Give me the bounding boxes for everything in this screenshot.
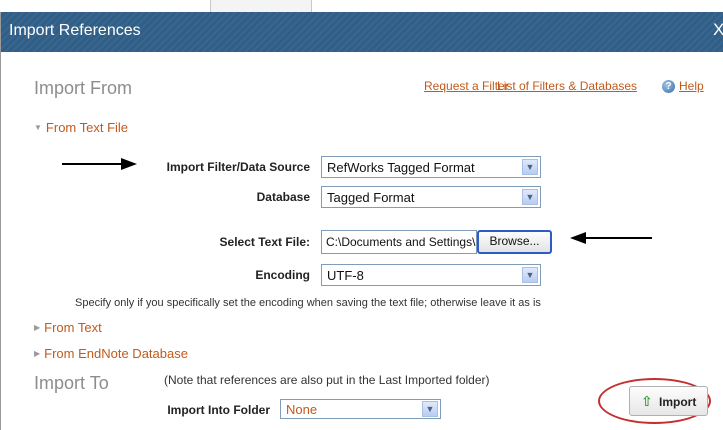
encoding-select[interactable]: UTF-8 ▼ (321, 264, 541, 286)
from-text-file-toggle[interactable]: ▼ From Text File (34, 120, 128, 135)
import-folder-value: None (286, 402, 318, 417)
import-button-label: Import (659, 395, 697, 409)
up-arrow-icon: ⇧ (641, 393, 653, 409)
import-filter-value: RefWorks Tagged Format (327, 160, 475, 175)
import-folder-select[interactable]: None ▼ (280, 399, 441, 419)
import-into-folder-label: Import Into Folder (167, 403, 270, 417)
dialog-titlebar: Import References X (1, 12, 723, 52)
import-filter-select[interactable]: RefWorks Tagged Format ▼ (321, 156, 541, 178)
expanded-triangle-icon: ▼ (34, 123, 42, 132)
help-icon[interactable]: ? (662, 80, 675, 93)
from-endnote-label: From EndNote Database (44, 346, 188, 361)
request-filter-link[interactable]: Request a Filter (424, 79, 509, 93)
encoding-label: Encoding (255, 268, 310, 282)
annotation-arrow-shaft (585, 237, 652, 239)
database-select[interactable]: Tagged Format ▼ (321, 186, 541, 208)
from-text-label: From Text (44, 320, 102, 335)
import-filter-label: Import Filter/Data Source (166, 160, 310, 174)
collapsed-triangle-icon: ▶ (34, 349, 41, 358)
screenshot: Import References X Import From Request … (0, 0, 723, 430)
database-value: Tagged Format (327, 190, 415, 205)
from-text-toggle[interactable]: ▶ From Text (34, 320, 102, 335)
import-button[interactable]: ⇧ Import (629, 386, 708, 416)
import-from-heading: Import From (34, 78, 133, 98)
text-file-path: C:\Documents and Settings\ (326, 235, 476, 249)
encoding-value: UTF-8 (327, 268, 364, 283)
annotation-arrow-head-icon (570, 232, 586, 244)
from-text-file-label: From Text File (45, 120, 129, 135)
encoding-note: Specify only if you specifically set the… (75, 297, 541, 309)
import-references-dialog: Import References X (0, 12, 723, 430)
annotation-arrow-head-icon (121, 158, 137, 170)
import-to-note: (Note that references are also put in th… (164, 373, 490, 387)
from-endnote-toggle[interactable]: ▶ From EndNote Database (34, 346, 188, 361)
text-file-input[interactable]: C:\Documents and Settings\ (321, 230, 477, 254)
help-link[interactable]: Help (679, 79, 704, 93)
collapsed-triangle-icon: ▶ (34, 323, 41, 332)
chevron-down-icon[interactable]: ▼ (422, 401, 438, 417)
list-filters-link[interactable]: List of Filters & Databases (497, 79, 637, 93)
chevron-down-icon[interactable]: ▼ (522, 267, 538, 283)
annotation-arrow-shaft (62, 163, 122, 165)
browse-button[interactable]: Browse... (477, 230, 552, 254)
chevron-down-icon[interactable]: ▼ (522, 189, 538, 205)
close-button[interactable]: X (713, 20, 723, 40)
select-text-file-label: Select Text File: (219, 235, 310, 249)
chevron-down-icon[interactable]: ▼ (522, 159, 538, 175)
dialog-title: Import References (9, 22, 141, 39)
database-label: Database (256, 190, 310, 204)
import-to-heading: Import To (34, 373, 109, 393)
